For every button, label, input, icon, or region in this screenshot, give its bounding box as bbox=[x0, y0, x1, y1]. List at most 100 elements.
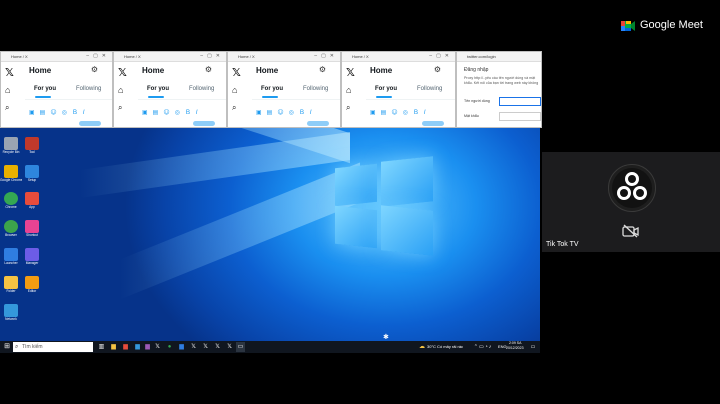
notification-icon[interactable]: ▭ bbox=[529, 342, 537, 352]
search-icon[interactable]: ⌕ bbox=[232, 103, 236, 113]
window-controls[interactable]: –▢✕ bbox=[200, 52, 224, 61]
home-icon[interactable]: ⌂ bbox=[232, 85, 237, 95]
window-controls[interactable]: –▢✕ bbox=[314, 52, 338, 61]
password-field[interactable] bbox=[499, 112, 541, 121]
window-titlebar[interactable]: Home / X –▢✕ bbox=[1, 52, 112, 62]
post-button[interactable] bbox=[193, 121, 215, 126]
system-tray-icons[interactable]: ⌃▭◔♪ bbox=[468, 342, 498, 352]
tab-for-you[interactable]: For you bbox=[375, 86, 397, 92]
desktop-icon[interactable]: Google Chrome bbox=[0, 165, 22, 182]
compose-toolbar-icons[interactable]: ▣▤☺◎Ｂ𝐼 bbox=[370, 107, 431, 117]
desktop-icon[interactable]: Editor bbox=[21, 276, 43, 293]
url-bar[interactable]: twitter.com/login bbox=[461, 54, 496, 59]
window-titlebar[interactable]: Home / X –▢✕ bbox=[342, 52, 455, 62]
weather-text[interactable]: 30°C Có mây rải rác bbox=[427, 344, 463, 349]
tab-for-you[interactable]: For you bbox=[34, 86, 56, 92]
x-taskbar-icon[interactable]: 𝕏 bbox=[213, 342, 222, 352]
compose-toolbar-icons[interactable]: ▣▤☺◎Ｂ𝐼 bbox=[29, 107, 90, 117]
login-message: Proxy http://..yêu cầu tên người dùng và… bbox=[464, 76, 539, 85]
tab-active-indicator bbox=[262, 96, 278, 98]
chrome-taskbar-icon[interactable]: ● bbox=[165, 342, 174, 352]
username-label: Tên người dùng bbox=[464, 99, 490, 103]
desktop-icon[interactable]: App bbox=[21, 192, 43, 209]
home-icon[interactable]: ⌂ bbox=[5, 85, 10, 95]
x-logo-icon[interactable]: 𝕏 bbox=[232, 66, 241, 79]
desktop-icon[interactable]: Tool bbox=[21, 137, 43, 154]
search-icon[interactable]: ⌕ bbox=[118, 103, 122, 113]
search-icon[interactable]: ⌕ bbox=[5, 103, 9, 113]
tab-following[interactable]: Following bbox=[76, 86, 101, 92]
browser-window-x[interactable]: Home / X –▢✕ 𝕏 Home ⚙ ⌂ ⌕ For you Followi… bbox=[341, 51, 456, 128]
x-taskbar-icon[interactable]: 𝕏 bbox=[189, 342, 198, 352]
desktop-icon[interactable]: Launcher bbox=[0, 248, 22, 265]
file-explorer-icon[interactable]: ▆ bbox=[109, 342, 118, 352]
x-logo-icon[interactable]: 𝕏 bbox=[5, 66, 14, 79]
taskbar-search[interactable]: ⌕ Tìm kiếm bbox=[13, 342, 93, 352]
post-button[interactable] bbox=[79, 121, 101, 126]
mouse-cursor-icon: ✱ bbox=[383, 334, 389, 341]
gear-icon[interactable]: ⚙ bbox=[91, 65, 98, 74]
browser-window-x[interactable]: Home / X –▢✕ 𝕏 Home ⚙ ⌂ ⌕ For you Followi… bbox=[113, 51, 227, 128]
taskbar-app-icon[interactable]: ▭ bbox=[236, 342, 245, 352]
tab-following[interactable]: Following bbox=[303, 86, 328, 92]
desktop-icon[interactable]: Browser bbox=[0, 220, 22, 237]
x-logo-icon[interactable]: 𝕏 bbox=[118, 66, 127, 79]
gear-icon[interactable]: ⚙ bbox=[205, 65, 212, 74]
compose-toolbar-icons[interactable]: ▣▤☺◎Ｂ𝐼 bbox=[256, 107, 317, 117]
participant-name: Tik Tok TV bbox=[546, 241, 579, 248]
home-icon[interactable]: ⌂ bbox=[118, 85, 123, 95]
tab-following[interactable]: Following bbox=[417, 86, 442, 92]
tab-for-you[interactable]: For you bbox=[261, 86, 283, 92]
taskbar-app-icon[interactable]: ▆ bbox=[121, 342, 130, 352]
tab-active-indicator bbox=[148, 96, 164, 98]
camera-off-icon bbox=[622, 224, 639, 238]
desktop-icon[interactable]: Shortcut bbox=[21, 220, 43, 237]
login-heading: Đăng nhập bbox=[464, 67, 489, 73]
desktop-icon[interactable]: Chrome bbox=[0, 192, 22, 209]
taskbar: ⊞ ⌕ Tìm kiếm ▥ ▆ ▆ ▆ ▆ 𝕏 ● ▆ 𝕏 𝕏 𝕏 𝕏 ▭ ☁… bbox=[0, 341, 540, 353]
clock-date[interactable]: 20/12/2023 bbox=[506, 346, 524, 350]
desktop-icon[interactable]: Manager bbox=[21, 248, 43, 265]
desktop-icon[interactable]: Setup bbox=[21, 165, 43, 182]
x-logo-icon[interactable]: 𝕏 bbox=[346, 66, 355, 79]
x-taskbar-icon[interactable]: 𝕏 bbox=[153, 342, 162, 352]
window-titlebar[interactable]: twitter.com/login bbox=[457, 52, 541, 62]
desktop-icon[interactable]: Recycle Bin bbox=[0, 137, 22, 154]
compose-toolbar-icons[interactable]: ▣▤☺◎Ｂ𝐼 bbox=[142, 107, 203, 117]
browser-window-x[interactable]: Home / X –▢✕ 𝕏 Home ⚙ ⌂ ⌕ For you Followi… bbox=[227, 51, 341, 128]
tab-following[interactable]: Following bbox=[189, 86, 214, 92]
taskbar-app-icon[interactable]: ▆ bbox=[143, 342, 152, 352]
search-icon[interactable]: ⌕ bbox=[346, 103, 350, 113]
taskbar-app-icon[interactable]: ▆ bbox=[133, 342, 142, 352]
tab-active-indicator bbox=[35, 96, 51, 98]
gear-icon[interactable]: ⚙ bbox=[434, 65, 441, 74]
weather-icon[interactable]: ☁ bbox=[418, 342, 426, 352]
participant-tile[interactable]: Tik Tok TV bbox=[542, 152, 720, 252]
divider bbox=[138, 99, 226, 100]
username-field[interactable] bbox=[499, 97, 541, 106]
task-view-icon[interactable]: ▥ bbox=[97, 342, 106, 352]
x-taskbar-icon[interactable]: 𝕏 bbox=[201, 342, 210, 352]
obs-avatar-icon bbox=[608, 164, 656, 212]
desktop-icon[interactable]: Folder bbox=[0, 276, 22, 293]
window-titlebar[interactable]: Home / X –▢✕ bbox=[228, 52, 340, 62]
divider bbox=[366, 99, 455, 100]
window-controls[interactable]: –▢✕ bbox=[86, 52, 110, 61]
post-button[interactable] bbox=[307, 121, 329, 126]
search-icon: ⌕ bbox=[15, 344, 19, 350]
clock-time[interactable]: 2:09 SA bbox=[509, 341, 521, 345]
page-title: Home bbox=[29, 66, 52, 75]
window-titlebar[interactable]: Home / X –▢✕ bbox=[114, 52, 226, 62]
start-button[interactable]: ⊞ bbox=[2, 342, 12, 352]
taskbar-app-icon[interactable]: ▆ bbox=[177, 342, 186, 352]
browser-window-x[interactable]: Home / X –▢✕ 𝕏 Home ⚙ ⌂ ⌕ For you Followi… bbox=[0, 51, 113, 128]
login-window[interactable]: twitter.com/login Đăng nhập Proxy http:/… bbox=[456, 51, 542, 128]
window-controls[interactable]: –▢✕ bbox=[429, 52, 453, 61]
tab-for-you[interactable]: For you bbox=[147, 86, 169, 92]
post-button[interactable] bbox=[422, 121, 444, 126]
x-taskbar-icon[interactable]: 𝕏 bbox=[225, 342, 234, 352]
tab-active-indicator bbox=[376, 96, 392, 98]
home-icon[interactable]: ⌂ bbox=[346, 85, 351, 95]
gear-icon[interactable]: ⚙ bbox=[319, 65, 326, 74]
desktop-icon[interactable]: Network bbox=[0, 304, 22, 321]
